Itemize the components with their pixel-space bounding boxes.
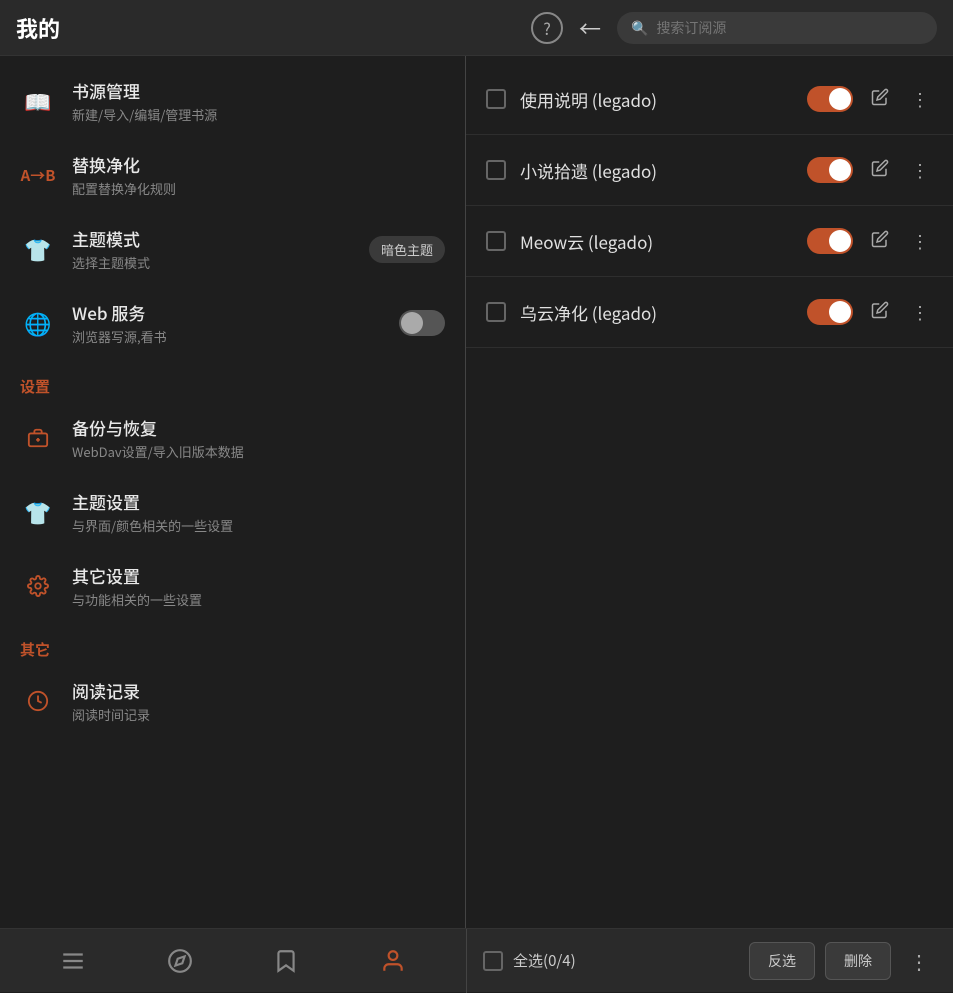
- search-bar: 🔍: [617, 12, 937, 44]
- replace-clean-sublabel: 配置替换净化规则: [72, 179, 445, 198]
- menu-item-backup[interactable]: 备份与恢复 WebDav设置/导入旧版本数据: [0, 401, 465, 475]
- select-all-checkbox[interactable]: [483, 951, 503, 971]
- source-edit-1[interactable]: [867, 82, 893, 116]
- nav-bookmark[interactable]: [263, 944, 309, 978]
- theme-settings-icon: 👕: [20, 494, 56, 530]
- source-item-4: 乌云净化 (legado) ⋮: [466, 277, 953, 348]
- theme-mode-icon: 👕: [20, 231, 56, 267]
- section-settings: 设置: [0, 360, 465, 401]
- menu-item-theme-mode[interactable]: 👕 主题模式 选择主题模式 暗色主题: [0, 212, 465, 286]
- source-more-2[interactable]: ⋮: [907, 153, 933, 187]
- read-history-label: 阅读记录: [72, 678, 445, 703]
- web-service-sublabel: 浏览器写源,看书: [72, 327, 383, 346]
- source-item-2: 小说拾遗 (legado) ⋮: [466, 135, 953, 206]
- source-name-4: 乌云净化 (legado): [520, 300, 793, 325]
- theme-mode-label: 主题模式: [72, 226, 353, 251]
- theme-mode-sublabel: 选择主题模式: [72, 253, 353, 272]
- source-checkbox-4[interactable]: [486, 302, 506, 322]
- web-service-label: Web 服务: [72, 300, 383, 325]
- other-settings-sublabel: 与功能相关的一些设置: [72, 590, 445, 609]
- source-toggle-2[interactable]: [807, 157, 853, 183]
- theme-settings-sublabel: 与界面/颜色相关的一些设置: [72, 516, 445, 535]
- menu-item-book-source[interactable]: 📖 书源管理 新建/导入/编辑/管理书源: [0, 64, 465, 138]
- theme-mode-badge: 暗色主题: [369, 236, 445, 263]
- delete-button[interactable]: 删除: [825, 942, 891, 980]
- page-title: 我的: [16, 12, 60, 44]
- source-edit-4[interactable]: [867, 295, 893, 329]
- source-item-1: 使用说明 (legado) ⋮: [466, 64, 953, 135]
- source-toggle-3[interactable]: [807, 228, 853, 254]
- source-more-1[interactable]: ⋮: [907, 82, 933, 116]
- left-panel: 📖 书源管理 新建/导入/编辑/管理书源 A→B 替换净化 配置替换净化规则 👕…: [0, 56, 466, 928]
- menu-item-read-history[interactable]: 阅读记录 阅读时间记录: [0, 664, 465, 738]
- source-checkbox-3[interactable]: [486, 231, 506, 251]
- other-settings-label: 其它设置: [72, 563, 445, 588]
- nav-profile[interactable]: [370, 944, 416, 978]
- read-history-icon: [20, 683, 56, 719]
- nav-bookshelf[interactable]: [50, 944, 96, 978]
- source-item-3: Meow云 (legado) ⋮: [466, 206, 953, 277]
- inverse-select-button[interactable]: 反选: [749, 942, 815, 980]
- source-edit-2[interactable]: [867, 153, 893, 187]
- source-toggle-1[interactable]: [807, 86, 853, 112]
- book-source-icon: 📖: [20, 83, 56, 119]
- read-history-sublabel: 阅读时间记录: [72, 705, 445, 724]
- bottom-actions: 全选(0/4) 反选 删除 ⋮: [467, 942, 953, 980]
- theme-settings-label: 主题设置: [72, 489, 445, 514]
- help-button[interactable]: ?: [531, 12, 563, 44]
- web-service-toggle[interactable]: [399, 310, 445, 336]
- menu-item-replace-clean[interactable]: A→B 替换净化 配置替换净化规则: [0, 138, 465, 212]
- source-checkbox-2[interactable]: [486, 160, 506, 180]
- back-button[interactable]: ←: [579, 12, 601, 44]
- source-name-2: 小说拾遗 (legado): [520, 158, 793, 183]
- source-name-3: Meow云 (legado): [520, 229, 793, 254]
- top-bar: 我的 ? ← 🔍: [0, 0, 953, 56]
- select-all-label: 全选(0/4): [513, 950, 739, 971]
- backup-sublabel: WebDav设置/导入旧版本数据: [72, 442, 445, 461]
- source-name-1: 使用说明 (legado): [520, 87, 793, 112]
- menu-item-theme-settings[interactable]: 👕 主题设置 与界面/颜色相关的一些设置: [0, 475, 465, 549]
- section-other: 其它: [0, 623, 465, 664]
- replace-clean-icon: A→B: [20, 157, 56, 193]
- source-edit-3[interactable]: [867, 224, 893, 258]
- source-more-4[interactable]: ⋮: [907, 295, 933, 329]
- backup-icon: [20, 420, 56, 456]
- replace-clean-label: 替换净化: [72, 152, 445, 177]
- backup-label: 备份与恢复: [72, 415, 445, 440]
- web-service-icon: 🌐: [20, 305, 56, 341]
- source-toggle-4[interactable]: [807, 299, 853, 325]
- right-panel: 使用说明 (legado) ⋮ 小说拾遗 (legado) ⋮: [466, 56, 953, 928]
- menu-item-other-settings[interactable]: 其它设置 与功能相关的一些设置: [0, 549, 465, 623]
- book-source-label: 书源管理: [72, 78, 445, 103]
- more-options-button[interactable]: ⋮: [901, 942, 937, 979]
- other-settings-icon: [20, 568, 56, 604]
- bottom-bar: 全选(0/4) 反选 删除 ⋮: [0, 928, 953, 992]
- nav-explore[interactable]: [157, 944, 203, 978]
- search-input[interactable]: [656, 20, 923, 36]
- book-source-sublabel: 新建/导入/编辑/管理书源: [72, 105, 445, 124]
- source-more-3[interactable]: ⋮: [907, 224, 933, 258]
- bottom-nav: [0, 944, 466, 978]
- search-icon: 🔍: [631, 18, 648, 38]
- main-content: 📖 书源管理 新建/导入/编辑/管理书源 A→B 替换净化 配置替换净化规则 👕…: [0, 56, 953, 928]
- menu-item-web-service[interactable]: 🌐 Web 服务 浏览器写源,看书: [0, 286, 465, 360]
- source-checkbox-1[interactable]: [486, 89, 506, 109]
